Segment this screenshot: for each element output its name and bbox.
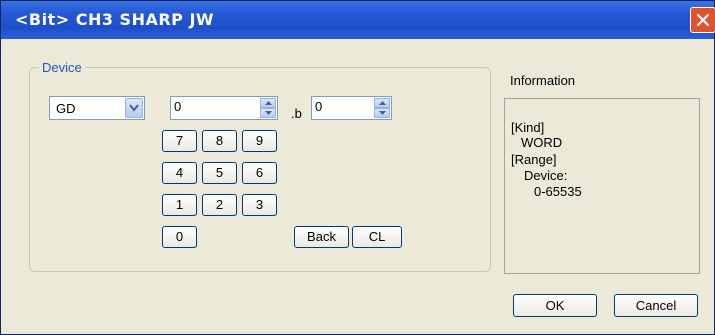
- spin-down-icon: [378, 111, 386, 115]
- range-value: 0-65535: [534, 184, 582, 199]
- close-button[interactable]: [690, 7, 715, 33]
- information-label: Information: [510, 73, 576, 88]
- bit-position-input[interactable]: [315, 99, 355, 114]
- keypad-9-button[interactable]: 9: [242, 130, 277, 152]
- spin-up-button[interactable]: [260, 98, 276, 108]
- spin-up-icon: [378, 101, 386, 105]
- keypad-8-button[interactable]: 8: [202, 130, 237, 152]
- title-bar[interactable]: <Bit> CH3 SHARP JW: [1, 1, 715, 39]
- device-type-value: GD: [56, 101, 76, 116]
- keypad-0-button[interactable]: 0: [162, 226, 197, 248]
- clear-button[interactable]: CL: [352, 226, 402, 248]
- device-type-select[interactable]: GD: [49, 96, 145, 120]
- range-device-label: Device:: [524, 168, 568, 183]
- dialog-window: <Bit> CH3 SHARP JW Device GD .b: [0, 0, 715, 335]
- spin-up-icon: [264, 101, 272, 105]
- keypad-1-button[interactable]: 1: [162, 194, 197, 216]
- kind-value: WORD: [521, 135, 563, 150]
- spin-down-button[interactable]: [260, 108, 276, 118]
- window-title: <Bit> CH3 SHARP JW: [15, 10, 215, 29]
- range-heading: [Range]: [511, 152, 557, 167]
- close-icon: [696, 13, 710, 27]
- back-button[interactable]: Back: [294, 226, 349, 248]
- keypad-3-button[interactable]: 3: [242, 194, 277, 216]
- spin-down-icon: [264, 111, 272, 115]
- keypad-7-button[interactable]: 7: [162, 130, 197, 152]
- chevron-down-icon: [129, 104, 139, 112]
- spin-up-button[interactable]: [374, 98, 390, 108]
- word-address-input[interactable]: [174, 99, 234, 114]
- word-address-spinbox[interactable]: [170, 96, 278, 120]
- device-group-label: Device: [39, 60, 85, 75]
- keypad-6-button[interactable]: 6: [242, 162, 277, 184]
- bit-position-spinbox[interactable]: [311, 96, 392, 120]
- information-panel: [Kind] WORD [Range] Device: 0-65535: [504, 98, 700, 274]
- cancel-button[interactable]: Cancel: [614, 294, 698, 317]
- keypad-4-button[interactable]: 4: [162, 162, 197, 184]
- bit-separator-label: .b: [291, 106, 302, 121]
- kind-heading: [Kind]: [511, 120, 545, 135]
- dropdown-button[interactable]: [125, 98, 143, 118]
- spin-down-button[interactable]: [374, 108, 390, 118]
- ok-button[interactable]: OK: [513, 294, 597, 317]
- keypad-2-button[interactable]: 2: [202, 194, 237, 216]
- keypad-5-button[interactable]: 5: [202, 162, 237, 184]
